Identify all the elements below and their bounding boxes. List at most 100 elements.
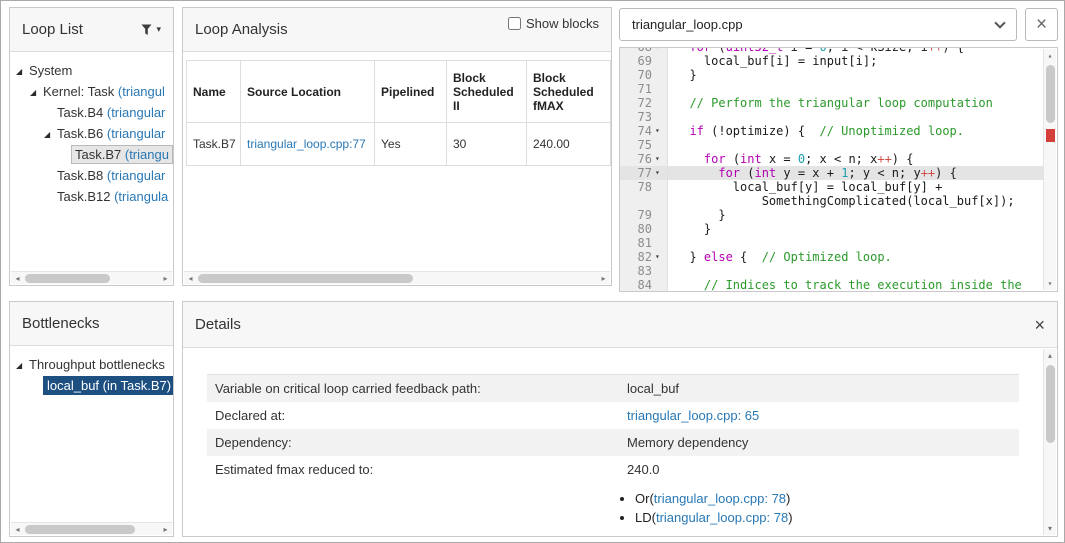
line-number-gutter: 72	[620, 96, 668, 110]
loop-analysis-horizontal-scrollbar[interactable]: ◂ ▸	[184, 271, 610, 284]
expand-icon[interactable]: ◢	[16, 61, 29, 82]
details-label: Dependency:	[215, 435, 627, 450]
code-line[interactable]: 74▾ if (!optimize) { // Unoptimized loop…	[620, 124, 1043, 138]
fold-icon[interactable]: ▾	[655, 250, 667, 264]
code-line[interactable]: 72 // Perform the triangular loop comput…	[620, 96, 1043, 110]
line-number: 81	[638, 236, 655, 250]
scroll-left-icon[interactable]: ◂	[11, 523, 24, 536]
tree-item[interactable]: local_buf (in Task.B7)	[10, 375, 173, 396]
tree-item-label: Task.B8 (triangular	[57, 168, 165, 183]
code-line[interactable]: 83	[620, 264, 1043, 278]
tree-item[interactable]: ◢Kernel: Task (triangul	[10, 81, 173, 102]
scroll-left-icon[interactable]: ◂	[184, 272, 197, 285]
scroll-down-icon[interactable]: ▾	[1044, 522, 1056, 535]
tree-item[interactable]: ◢Throughput bottlenecks	[10, 354, 173, 375]
expand-icon[interactable]: ◢	[30, 82, 43, 103]
code-text: // Perform the triangular loop computati…	[668, 96, 1043, 110]
code-line[interactable]: 84 // Indices to track the execution ins…	[620, 278, 1043, 292]
line-number: 74	[638, 124, 655, 138]
scroll-right-icon[interactable]: ▸	[597, 272, 610, 285]
tree-item-location: (triangular	[107, 105, 166, 120]
loop-list-horizontal-scrollbar[interactable]: ◂ ▸	[11, 271, 172, 284]
code-text: for (int x = 0; x < n; x++) {	[668, 152, 1043, 166]
fold-icon[interactable]: ▾	[655, 166, 667, 180]
line-number: 70	[638, 68, 655, 82]
scrollbar-thumb[interactable]	[198, 274, 413, 283]
source-link[interactable]: triangular_loop.cpp: 78	[656, 510, 788, 525]
code-line[interactable]: 79 }	[620, 208, 1043, 222]
scrollbar-thumb[interactable]	[1046, 65, 1055, 123]
show-blocks-toggle[interactable]: Show blocks	[508, 16, 599, 31]
file-select-value: triangular_loop.cpp	[632, 17, 743, 32]
code-line[interactable]: 73	[620, 110, 1043, 124]
bottlenecks-horizontal-scrollbar[interactable]: ◂ ▸	[11, 522, 172, 535]
code-line[interactable]: 76▾ for (int x = 0; x < n; x++) {	[620, 152, 1043, 166]
loop-list-tree: ◢System◢Kernel: Task (triangulTask.B4 (t…	[10, 52, 173, 207]
fold-icon[interactable]: ▾	[655, 47, 667, 54]
code-line[interactable]: 68▾ for (uint32_t i = 0; i < kSize; i++)…	[620, 47, 1043, 54]
scrollbar-thumb[interactable]	[25, 525, 135, 534]
scroll-right-icon[interactable]: ▸	[159, 523, 172, 536]
code-vertical-scrollbar[interactable]: ▴ ▾	[1043, 49, 1056, 290]
code-viewer-panel: 68▾ for (uint32_t i = 0; i < kSize; i++)…	[619, 47, 1058, 292]
line-number: 76	[638, 152, 655, 166]
code-line[interactable]: 77▾ for (int y = x + 1; y < n; y++) {	[620, 166, 1043, 180]
chevron-down-icon	[994, 17, 1005, 28]
tree-item-name: Task.B8	[57, 168, 107, 183]
code-line[interactable]: 80 }	[620, 222, 1043, 236]
code-text	[668, 82, 1043, 96]
expand-icon[interactable]: ◢	[44, 124, 57, 145]
scroll-up-icon[interactable]: ▴	[1044, 49, 1056, 62]
details-bullet-item: Or(triangular_loop.cpp: 78)	[635, 491, 1057, 506]
details-value: Memory dependency	[627, 435, 1011, 450]
code-line[interactable]: 82▾ } else { // Optimized loop.	[620, 250, 1043, 264]
code-viewer-close-button[interactable]: ×	[1025, 8, 1058, 41]
fold-spacer	[655, 180, 667, 194]
tree-item-label: Kernel: Task (triangul	[43, 84, 165, 99]
close-icon: ×	[1034, 315, 1045, 335]
expand-icon[interactable]: ◢	[16, 355, 29, 376]
tree-item[interactable]: Task.B8 (triangular	[10, 165, 173, 186]
scrollbar-thumb[interactable]	[1046, 365, 1055, 443]
file-select[interactable]: triangular_loop.cpp	[619, 8, 1017, 41]
code-line[interactable]: 69 local_buf[i] = input[i];	[620, 54, 1043, 68]
scroll-up-icon[interactable]: ▴	[1044, 349, 1056, 362]
tree-item-name: Throughput bottlenecks	[29, 357, 165, 372]
line-number: 68	[638, 47, 655, 54]
source-link[interactable]: triangular_loop.cpp:77	[247, 137, 366, 151]
scrollbar-thumb[interactable]	[25, 274, 110, 283]
fold-spacer	[655, 222, 667, 236]
code-line[interactable]: SomethingComplicated(local_buf[x]);	[620, 194, 1043, 208]
fold-spacer	[655, 264, 667, 278]
show-blocks-checkbox[interactable]	[508, 17, 521, 30]
tree-item-label: System	[29, 63, 72, 78]
tree-item-label: Task.B12 (triangula	[57, 189, 168, 204]
tree-item[interactable]: Task.B12 (triangula	[10, 186, 173, 207]
code-line[interactable]: 71	[620, 82, 1043, 96]
filter-icon	[141, 24, 154, 36]
source-link[interactable]: triangular_loop.cpp: 65	[627, 408, 759, 423]
scroll-down-icon[interactable]: ▾	[1044, 277, 1056, 290]
details-close-button[interactable]: ×	[1034, 316, 1045, 334]
code-line[interactable]: 81	[620, 236, 1043, 250]
code-editor: 68▾ for (uint32_t i = 0; i < kSize; i++)…	[620, 47, 1043, 292]
fold-icon[interactable]: ▾	[655, 152, 667, 166]
line-number-gutter	[620, 194, 668, 208]
bottlenecks-title: Bottlenecks	[22, 315, 100, 332]
tree-item[interactable]: Task.B7 (triangu	[10, 144, 173, 165]
table-row[interactable]: Task.B7triangular_loop.cpp:77Yes30240.00	[187, 123, 611, 166]
code-line[interactable]: 78 local_buf[y] = local_buf[y] +	[620, 180, 1043, 194]
tree-item[interactable]: ◢System	[10, 60, 173, 81]
code-line[interactable]: 75	[620, 138, 1043, 152]
tree-item[interactable]: Task.B4 (triangular	[10, 102, 173, 123]
tree-item[interactable]: ◢Task.B6 (triangular	[10, 123, 173, 144]
tree-item-label: Task.B6 (triangular	[57, 126, 165, 141]
source-link[interactable]: triangular_loop.cpp: 78	[654, 491, 786, 506]
scroll-left-icon[interactable]: ◂	[11, 272, 24, 285]
details-bullet-item: LD(triangular_loop.cpp: 78)	[635, 510, 1057, 525]
fold-icon[interactable]: ▾	[655, 124, 667, 138]
filter-button[interactable]: ▾	[141, 24, 161, 36]
details-vertical-scrollbar[interactable]: ▴ ▾	[1043, 349, 1056, 535]
code-line[interactable]: 70 }	[620, 68, 1043, 82]
scroll-right-icon[interactable]: ▸	[159, 272, 172, 285]
